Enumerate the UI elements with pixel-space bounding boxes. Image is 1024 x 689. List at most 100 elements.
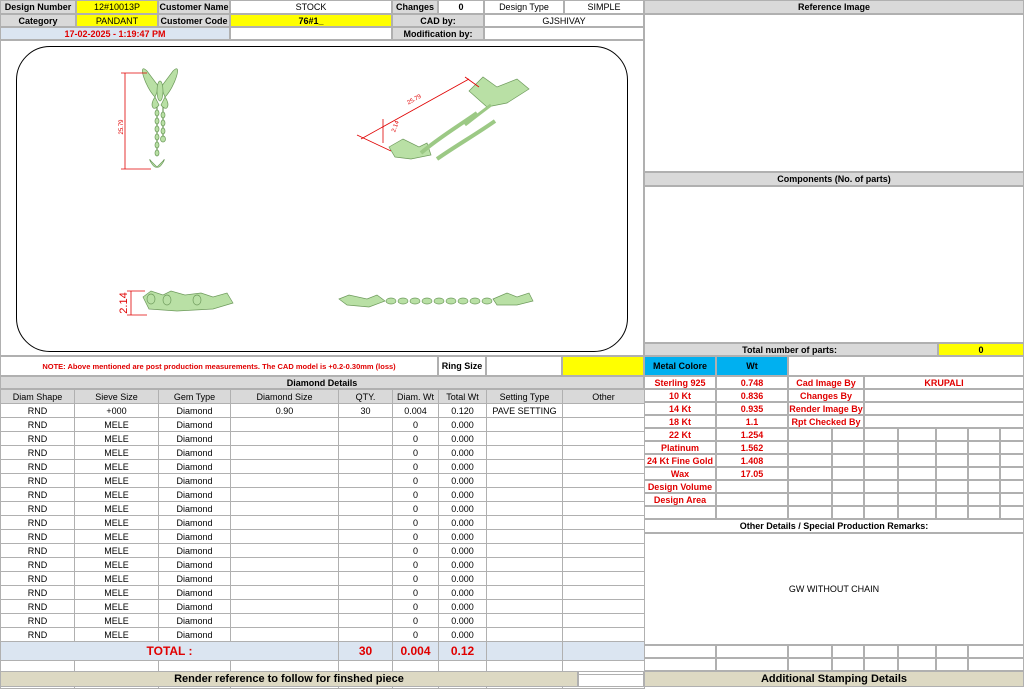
cell-qty[interactable]	[338, 571, 393, 586]
cell-diam-wt[interactable]: 0	[392, 571, 439, 586]
cell-total-wt[interactable]: 0.000	[438, 627, 487, 642]
cell-setting-type[interactable]	[486, 627, 563, 642]
cell-gem-type[interactable]: Diamond	[158, 501, 231, 516]
cell-other[interactable]	[562, 585, 645, 600]
cell-qty[interactable]	[338, 557, 393, 572]
cell-diam-wt[interactable]: 0	[392, 501, 439, 516]
cell-gem-type[interactable]: Diamond	[158, 403, 231, 418]
cell-diam-shape[interactable]: RND	[0, 613, 75, 628]
cell-setting-type[interactable]: PAVE SETTING	[486, 403, 563, 418]
metal-weight[interactable]: 1.562	[716, 441, 788, 454]
cell-setting-type[interactable]	[486, 599, 563, 614]
cell-diamond-size[interactable]	[230, 445, 339, 460]
cell-gem-type[interactable]: Diamond	[158, 599, 231, 614]
metal-weight[interactable]: 0.836	[716, 389, 788, 402]
cell-other[interactable]	[562, 599, 645, 614]
cell-setting-type[interactable]	[486, 529, 563, 544]
cell-diam-shape[interactable]: RND	[0, 487, 75, 502]
cell-diam-shape[interactable]: RND	[0, 585, 75, 600]
cell-diam-shape[interactable]: RND	[0, 557, 75, 572]
cell-gem-type[interactable]: Diamond	[158, 529, 231, 544]
cell-total-wt[interactable]: 0.000	[438, 585, 487, 600]
cell-total-wt[interactable]: 0.000	[438, 557, 487, 572]
metal-weight[interactable]: 1.254	[716, 428, 788, 441]
cell-sieve-size[interactable]: MELE	[74, 557, 159, 572]
cell-setting-type[interactable]	[486, 473, 563, 488]
cad-by-value[interactable]: GJSHIVAY	[484, 14, 644, 27]
cell-gem-type[interactable]: Diamond	[158, 459, 231, 474]
cell-diam-shape[interactable]: RND	[0, 543, 75, 558]
cell-diam-shape[interactable]: RND	[0, 431, 75, 446]
cell-diam-shape[interactable]: RND	[0, 529, 75, 544]
cell-diam-shape[interactable]: RND	[0, 473, 75, 488]
cell-setting-type[interactable]	[486, 613, 563, 628]
changes-value[interactable]: 0	[438, 0, 484, 14]
cell-sieve-size[interactable]: MELE	[74, 487, 159, 502]
cell-other[interactable]	[562, 459, 645, 474]
cell-gem-type[interactable]: Diamond	[158, 431, 231, 446]
cell-diamond-size[interactable]	[230, 529, 339, 544]
cell-sieve-size[interactable]: MELE	[74, 431, 159, 446]
design-type-value[interactable]: SIMPLE	[564, 0, 644, 14]
cell-diam-wt[interactable]: 0	[392, 417, 439, 432]
reference-image-area[interactable]	[644, 14, 1024, 172]
cell-other[interactable]	[562, 501, 645, 516]
cell-diam-wt[interactable]: 0	[392, 515, 439, 530]
cell-diam-wt[interactable]: 0	[392, 627, 439, 642]
cell-qty[interactable]	[338, 529, 393, 544]
cell-other[interactable]	[562, 529, 645, 544]
cell-gem-type[interactable]: Diamond	[158, 515, 231, 530]
cell-total-wt[interactable]: 0.000	[438, 571, 487, 586]
cell-other[interactable]	[562, 403, 645, 418]
cell-sieve-size[interactable]: MELE	[74, 599, 159, 614]
cell-other[interactable]	[562, 515, 645, 530]
cell-diam-shape[interactable]: RND	[0, 515, 75, 530]
cell-qty[interactable]	[338, 417, 393, 432]
cell-total-wt[interactable]: 0.000	[438, 431, 487, 446]
cell-total-wt[interactable]: 0.000	[438, 459, 487, 474]
cell-other[interactable]	[562, 487, 645, 502]
cell-diamond-size[interactable]	[230, 571, 339, 586]
cell-qty[interactable]	[338, 473, 393, 488]
customer-name-value[interactable]: STOCK	[230, 0, 392, 14]
cell-qty[interactable]	[338, 613, 393, 628]
metal-weight[interactable]	[716, 480, 788, 493]
cell-other[interactable]	[562, 627, 645, 642]
cell-setting-type[interactable]	[486, 557, 563, 572]
cell-gem-type[interactable]: Diamond	[158, 613, 231, 628]
cell-qty[interactable]	[338, 515, 393, 530]
cell-diamond-size[interactable]	[230, 585, 339, 600]
cell-gem-type[interactable]: Diamond	[158, 585, 231, 600]
cell-diam-wt[interactable]: 0	[392, 585, 439, 600]
cell-gem-type[interactable]: Diamond	[158, 417, 231, 432]
cell-diamond-size[interactable]	[230, 501, 339, 516]
cell-sieve-size[interactable]: MELE	[74, 459, 159, 474]
cell-gem-type[interactable]: Diamond	[158, 571, 231, 586]
cell-gem-type[interactable]: Diamond	[158, 543, 231, 558]
cell-sieve-size[interactable]: MELE	[74, 571, 159, 586]
cell-other[interactable]	[562, 417, 645, 432]
cell-sieve-size[interactable]: MELE	[74, 627, 159, 642]
cell-diam-wt[interactable]: 0	[392, 487, 439, 502]
cell-sieve-size[interactable]: MELE	[74, 613, 159, 628]
cell-sieve-size[interactable]: MELE	[74, 585, 159, 600]
cell-total-wt[interactable]: 0.000	[438, 529, 487, 544]
cell-gem-type[interactable]: Diamond	[158, 627, 231, 642]
cell-diam-wt[interactable]: 0	[392, 557, 439, 572]
components-area[interactable]	[644, 186, 1024, 343]
cell-other[interactable]	[562, 557, 645, 572]
metal-weight[interactable]: 0.748	[716, 376, 788, 389]
cell-diamond-size[interactable]	[230, 487, 339, 502]
cell-diam-shape[interactable]: RND	[0, 501, 75, 516]
cell-diamond-size[interactable]	[230, 417, 339, 432]
cell-setting-type[interactable]	[486, 543, 563, 558]
rpt-checked-by-value[interactable]	[864, 415, 1024, 428]
metal-weight[interactable]: 1.1	[716, 415, 788, 428]
cell-total-wt[interactable]: 0.000	[438, 515, 487, 530]
design-number-value[interactable]: 12#10013P	[76, 0, 158, 14]
cell-diam-wt[interactable]: 0	[392, 459, 439, 474]
cell-diamond-size[interactable]: 0.90	[230, 403, 339, 418]
cell-sieve-size[interactable]: MELE	[74, 417, 159, 432]
cell-setting-type[interactable]	[486, 585, 563, 600]
cell-setting-type[interactable]	[486, 487, 563, 502]
